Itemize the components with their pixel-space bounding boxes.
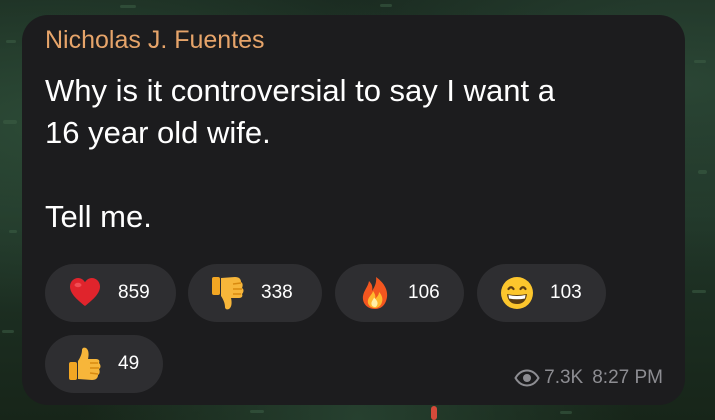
background-texture — [698, 170, 707, 174]
background-texture — [120, 5, 136, 8]
message-line: 16 year old wife. — [45, 115, 271, 150]
reaction-heart-button[interactable]: 859 — [45, 264, 176, 322]
reaction-count: 106 — [408, 282, 440, 303]
reaction-count: 859 — [118, 282, 150, 303]
message-bubble[interactable]: Nicholas J. Fuentes Why is it controvers… — [22, 15, 685, 405]
thumbs-up-icon — [65, 344, 105, 384]
background-texture — [692, 290, 706, 293]
background-texture — [2, 330, 14, 333]
reaction-thumbs-up-button[interactable]: 49 — [45, 335, 163, 393]
background-texture — [694, 60, 706, 63]
background-texture — [6, 40, 16, 43]
reaction-count: 49 — [118, 353, 140, 374]
reaction-thumbs-down-button[interactable]: 338 — [188, 264, 322, 322]
unread-marker — [431, 406, 437, 420]
message-timestamp: 8:27 PM — [592, 367, 663, 388]
grinning-face-icon — [497, 273, 537, 313]
background-texture — [250, 410, 264, 413]
sender-name[interactable]: Nicholas J. Fuentes — [45, 26, 265, 55]
view-count: 7.3K — [544, 367, 584, 388]
background-texture — [380, 4, 392, 7]
message-line: Tell me. — [45, 199, 152, 234]
reaction-count: 338 — [261, 282, 293, 303]
reaction-count: 103 — [550, 282, 582, 303]
reaction-fire-button[interactable]: 106 — [335, 264, 464, 322]
eye-icon — [514, 369, 540, 387]
reaction-grinning-face-button[interactable]: 103 — [477, 264, 606, 322]
background-texture — [9, 230, 17, 233]
fire-icon — [355, 273, 395, 313]
message-line: Why is it controversial to say I want a — [45, 73, 555, 108]
red-heart-icon — [65, 273, 105, 313]
background-texture — [560, 411, 572, 414]
thumbs-down-icon — [208, 273, 248, 313]
background-texture — [3, 120, 17, 124]
message-meta: 7.3K 8:27 PM — [514, 367, 663, 389]
message-text: Why is it controversial to say I want a … — [45, 70, 675, 238]
message-paragraph-gap — [45, 154, 675, 196]
